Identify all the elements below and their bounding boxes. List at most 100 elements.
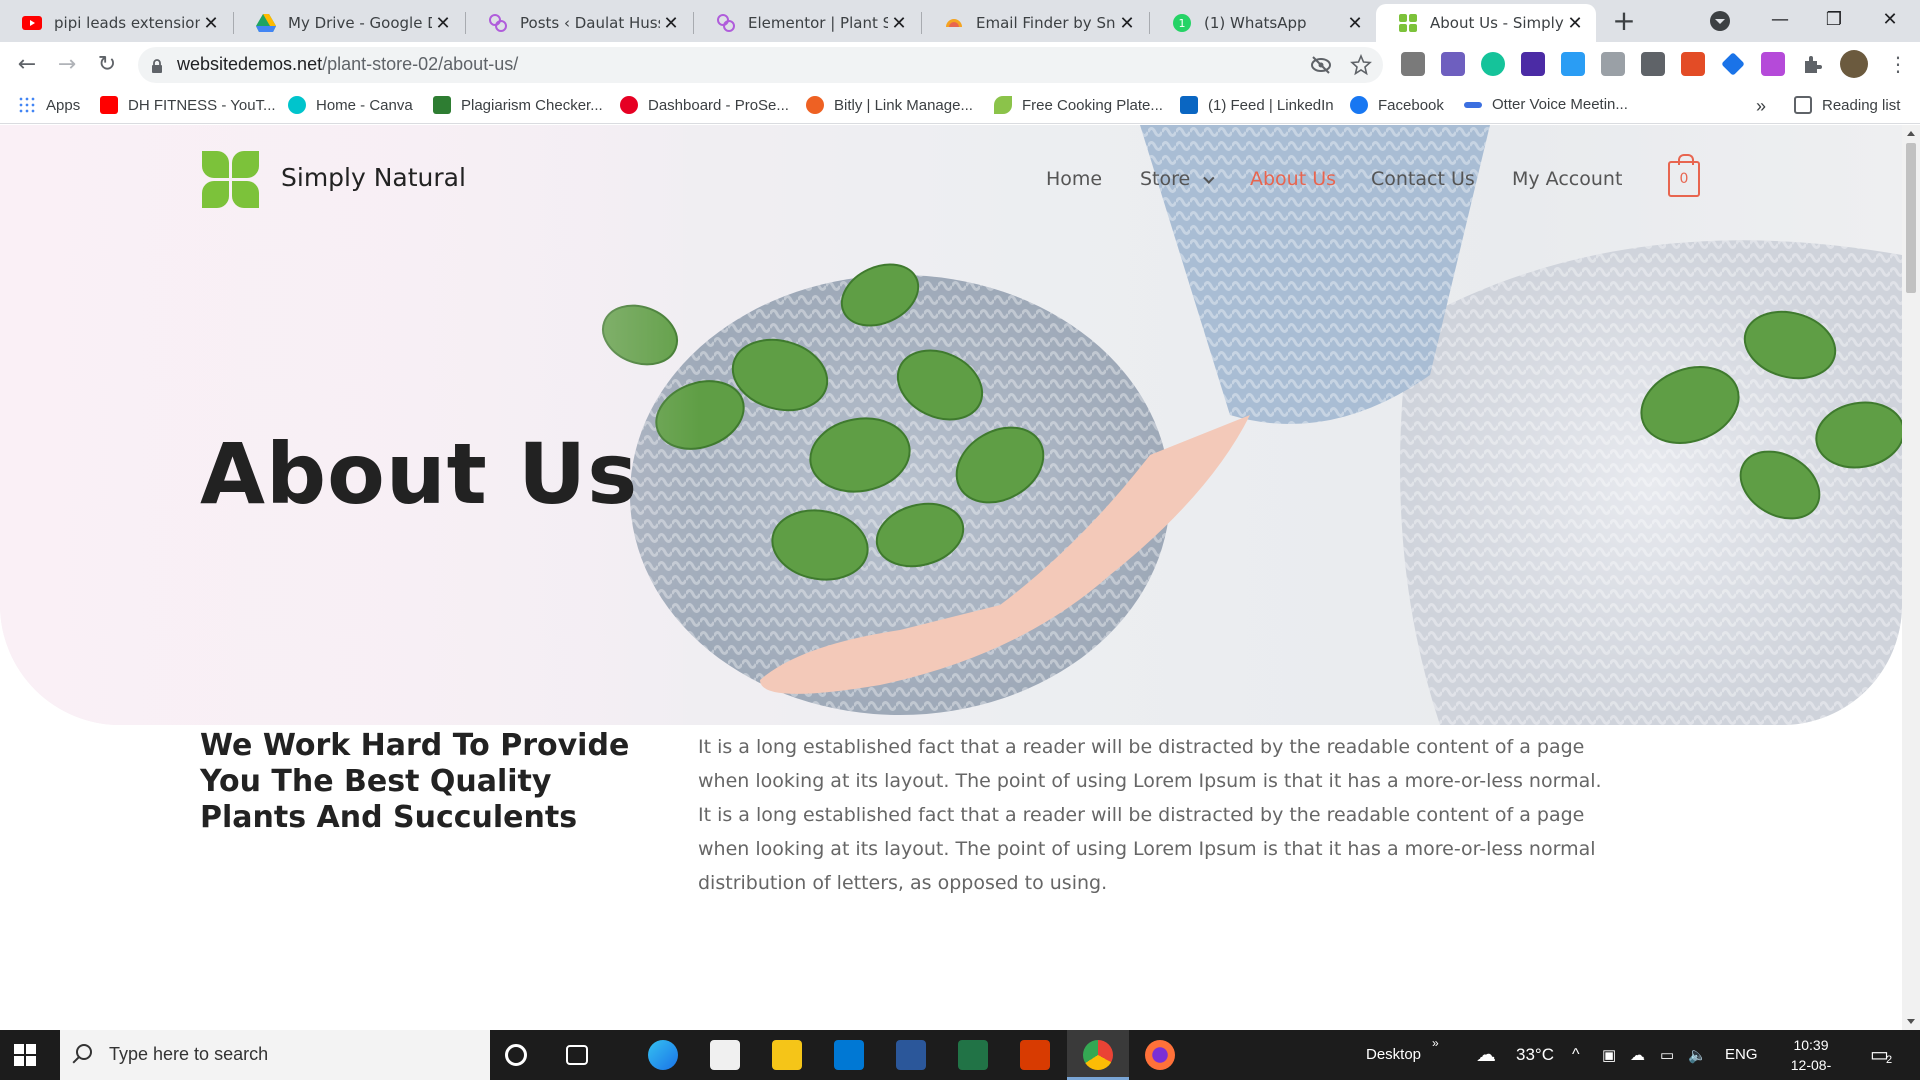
- extension-cap-icon[interactable]: [1521, 52, 1545, 76]
- svg-text:1: 1: [1179, 17, 1186, 30]
- profile-avatar[interactable]: [1840, 50, 1868, 78]
- extension-key-icon[interactable]: [1561, 52, 1585, 76]
- extension-pen-icon[interactable]: [1441, 52, 1465, 76]
- tab-snov-email-finder[interactable]: Email Finder by Snov.i ✕: [922, 4, 1148, 42]
- meet-now-icon[interactable]: ▣: [1602, 1046, 1616, 1064]
- back-button[interactable]: ←: [12, 50, 42, 80]
- nav-store[interactable]: Store: [1140, 168, 1215, 190]
- tab-posts-daulat[interactable]: Posts ‹ Daulat Hussain ✕: [466, 4, 692, 42]
- bookmark-free-cooking-plate[interactable]: Free Cooking Plate...: [994, 96, 1163, 114]
- desktop-toolbar-label[interactable]: Desktop: [1366, 1046, 1421, 1063]
- volume-icon[interactable]: 🔈: [1688, 1046, 1707, 1064]
- show-hidden-icons-chevron-up-icon[interactable]: ^: [1572, 1046, 1580, 1064]
- minimize-button[interactable]: —: [1752, 0, 1808, 42]
- elementor-icon: [488, 13, 508, 33]
- page-viewport: Simply Natural Home Store About Us Conta…: [0, 125, 1902, 1030]
- search-icon: [76, 1044, 92, 1060]
- weather-temperature[interactable]: 33°C: [1516, 1045, 1554, 1065]
- url-text[interactable]: websitedemos.net/plant-store-02/about-us…: [177, 54, 518, 75]
- bookmark-plagiarism-checker[interactable]: Plagiarism Checker...: [433, 96, 603, 114]
- puzzle-extensions-icon[interactable]: [1801, 53, 1823, 75]
- nav-my-account[interactable]: My Account: [1512, 168, 1622, 190]
- facebook-icon: [1350, 96, 1368, 114]
- reload-button[interactable]: ↻: [92, 50, 122, 80]
- close-window-button[interactable]: ✕: [1862, 0, 1918, 42]
- site-brand-name[interactable]: Simply Natural: [281, 163, 466, 192]
- task-view-icon[interactable]: [566, 1045, 588, 1065]
- close-tab-icon[interactable]: ✕: [432, 13, 454, 34]
- word-icon[interactable]: [896, 1040, 926, 1070]
- scrollbar-thumb[interactable]: [1906, 143, 1916, 293]
- close-tab-icon[interactable]: ✕: [1116, 13, 1138, 34]
- weather-icon[interactable]: ☁: [1476, 1042, 1496, 1067]
- lock-icon: [152, 59, 162, 73]
- office-icon[interactable]: [1020, 1040, 1050, 1070]
- cart-button[interactable]: 0: [1668, 154, 1700, 197]
- extension-expand-icon[interactable]: [1641, 52, 1665, 76]
- system-clock[interactable]: 10:39 12-08-2021: [1776, 1035, 1846, 1080]
- tab-pipi-leads[interactable]: pipi leads extension - ✕: [0, 4, 232, 42]
- snov-icon: [944, 13, 964, 33]
- windows-taskbar: Type here to search Desktop » ☁ 33°C ^ ▣…: [0, 1030, 1920, 1080]
- close-tab-icon[interactable]: ✕: [660, 13, 682, 34]
- file-explorer-icon[interactable]: [772, 1040, 802, 1070]
- cortana-icon[interactable]: [505, 1044, 527, 1066]
- new-tab-button[interactable]: +: [1608, 6, 1640, 38]
- bookmark-apps[interactable]: Apps: [18, 96, 80, 114]
- onedrive-icon[interactable]: ☁: [1630, 1046, 1645, 1064]
- close-tab-icon[interactable]: ✕: [1344, 13, 1366, 34]
- close-tab-icon[interactable]: ✕: [200, 13, 222, 34]
- toolbar-expand-icon[interactable]: »: [1432, 1036, 1439, 1050]
- mail-icon[interactable]: [834, 1040, 864, 1070]
- bookmark-star-icon[interactable]: [1350, 54, 1372, 76]
- apps-grid-icon: [18, 96, 36, 114]
- close-tab-icon[interactable]: ✕: [1564, 13, 1586, 34]
- browser-menu-icon[interactable]: ⋮: [1888, 52, 1908, 76]
- bookmark-linkedin[interactable]: (1) Feed | LinkedIn: [1180, 96, 1334, 114]
- close-tab-icon[interactable]: ✕: [888, 13, 910, 34]
- nav-contact-us[interactable]: Contact Us: [1371, 168, 1475, 190]
- input-language[interactable]: ENG: [1725, 1046, 1758, 1063]
- microsoft-store-icon[interactable]: [710, 1040, 740, 1070]
- page-scrollbar[interactable]: [1902, 125, 1920, 1030]
- nav-home[interactable]: Home: [1046, 168, 1102, 190]
- elementor-icon: [716, 13, 736, 33]
- bookmark-canva[interactable]: Home - Canva: [288, 96, 413, 114]
- taskbar-search-box[interactable]: Type here to search: [60, 1030, 490, 1080]
- bookmarks-bar: Apps DH FITNESS - YouT... Home - Canva P…: [0, 88, 1920, 124]
- windows-start-icon[interactable]: [14, 1044, 36, 1066]
- forward-button[interactable]: →: [52, 50, 82, 80]
- bookmark-bitly[interactable]: Bitly | Link Manage...: [806, 96, 973, 114]
- firefox-icon[interactable]: [1145, 1040, 1175, 1070]
- excel-icon[interactable]: [958, 1040, 988, 1070]
- simply-natural-favicon-icon: [1398, 13, 1418, 33]
- youtube-icon: [100, 96, 118, 114]
- reading-list-button[interactable]: Reading list: [1794, 96, 1900, 114]
- bookmark-otter[interactable]: Otter Voice Meetin...: [1464, 96, 1628, 113]
- restore-button[interactable]: ❐: [1806, 0, 1862, 42]
- battery-icon[interactable]: ▭: [1660, 1046, 1674, 1064]
- grammarly-icon[interactable]: [1481, 52, 1505, 76]
- extension-s-icon[interactable]: [1761, 52, 1785, 76]
- extension-b-icon[interactable]: [1401, 52, 1425, 76]
- tab-about-us-active[interactable]: About Us - Simply Na ✕: [1376, 4, 1596, 42]
- bookmark-prose-dashboard[interactable]: Dashboard - ProSe...: [620, 96, 789, 114]
- edge-browser-icon[interactable]: [648, 1040, 678, 1070]
- more-bookmarks-button[interactable]: »: [1756, 96, 1766, 117]
- nav-about-us[interactable]: About Us: [1250, 168, 1336, 190]
- bookmark-facebook[interactable]: Facebook: [1350, 96, 1444, 114]
- extension-chart-icon[interactable]: [1601, 52, 1625, 76]
- leaf-icon: [994, 96, 1012, 114]
- google-drive-icon: [256, 13, 276, 33]
- extension-abc-icon[interactable]: [1681, 52, 1705, 76]
- bitly-icon: [806, 96, 824, 114]
- scroll-down-icon[interactable]: [1907, 1019, 1915, 1024]
- eye-off-icon[interactable]: [1310, 55, 1332, 75]
- site-logo[interactable]: [202, 151, 259, 208]
- bookmark-dh-fitness[interactable]: DH FITNESS - YouT...: [100, 96, 276, 114]
- tab-whatsapp[interactable]: 1 (1) WhatsApp ✕: [1150, 4, 1376, 42]
- tab-search-icon[interactable]: [1710, 11, 1730, 31]
- scroll-up-icon[interactable]: [1907, 131, 1915, 136]
- tab-elementor[interactable]: Elementor | Plant Stor ✕: [694, 4, 920, 42]
- tab-google-drive[interactable]: My Drive - Google Dri ✕: [234, 4, 464, 42]
